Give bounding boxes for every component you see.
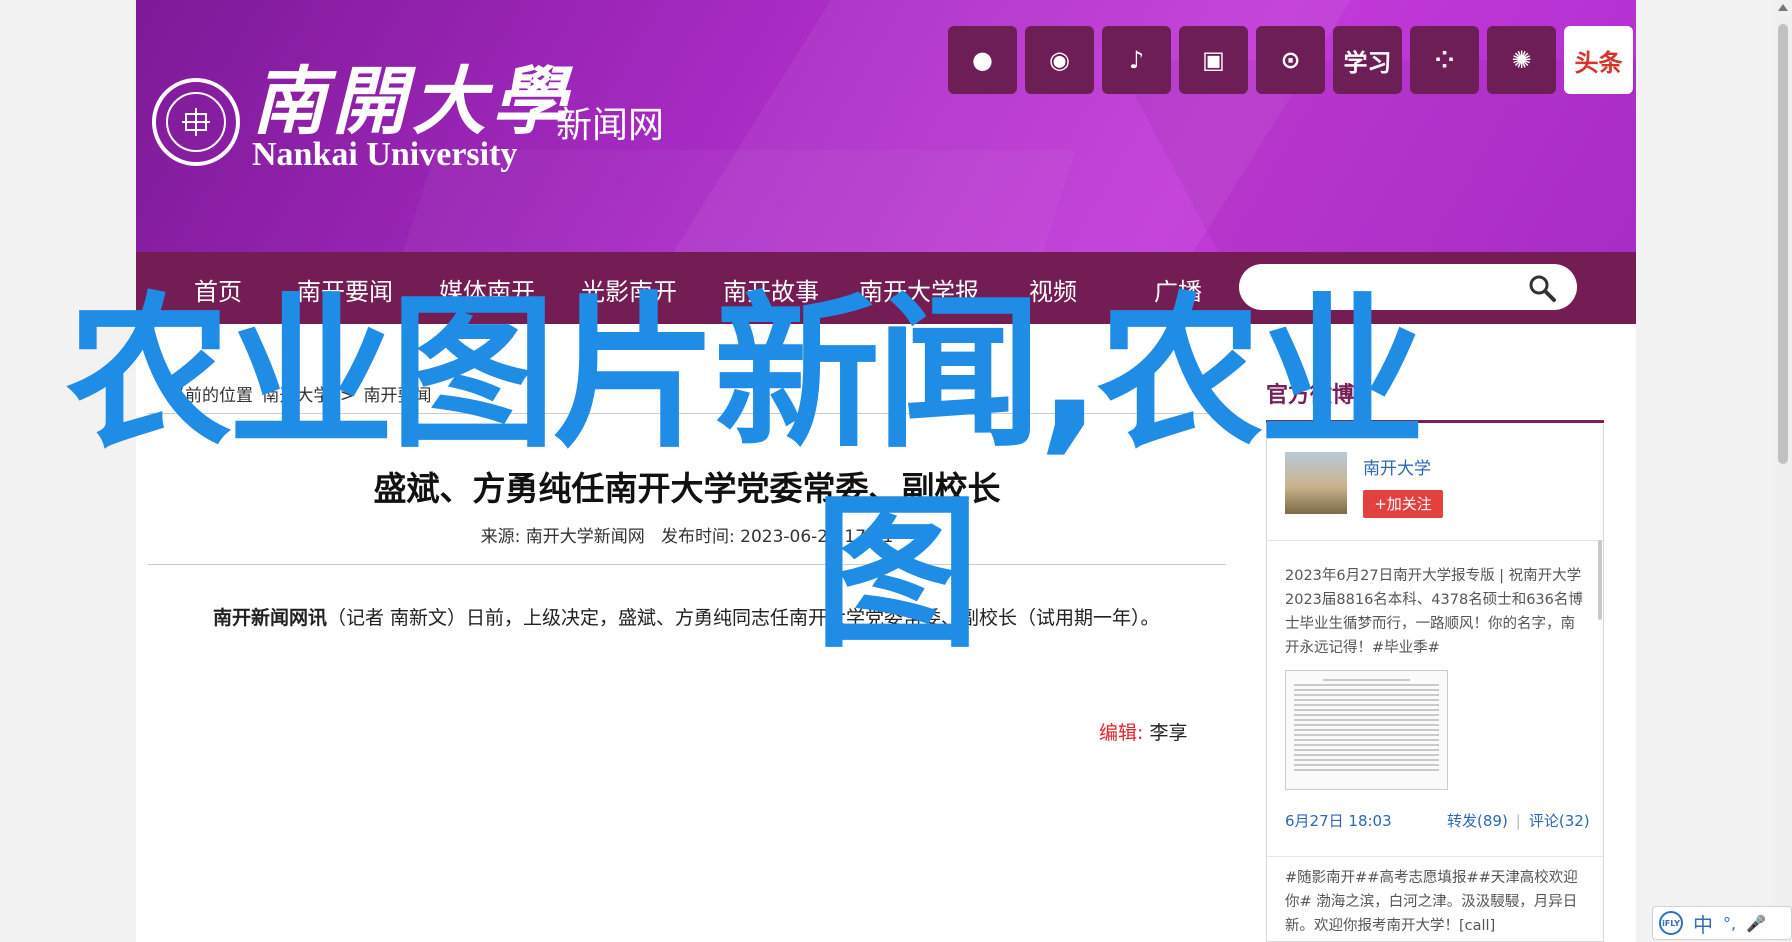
source-value: 南开大学新闻网 <box>525 527 645 547</box>
weibo-scrollbar[interactable] <box>1598 540 1602 620</box>
ifly-logo-icon[interactable]: iFLY <box>1659 911 1683 935</box>
seal-emblem-icon <box>182 108 210 136</box>
scroll-up-icon[interactable] <box>1778 4 1788 11</box>
logo-chinese[interactable]: 南開大學 <box>252 42 572 149</box>
editor-name: 李享 <box>1149 722 1188 744</box>
feather-app-icon[interactable]: ✺ <box>1487 26 1556 94</box>
search-icon[interactable] <box>1527 273 1557 303</box>
weibo-post-image[interactable] <box>1285 670 1448 790</box>
editor-label: 编辑: <box>1099 722 1144 744</box>
article-body: 南开新闻网讯（记者 南新文）日前，上级决定，盛斌、方勇纯同志任南开大学党委常委、… <box>213 604 1223 632</box>
toutiao-icon[interactable]: 头条 <box>1564 26 1633 94</box>
weibo-post-text[interactable]: 2023年6月27日南开大学报专版 | 祝南开大学2023届8816名本科、43… <box>1285 564 1585 660</box>
ime-punctuation-icon[interactable]: °, <box>1723 914 1736 933</box>
logo-english[interactable]: Nankai University <box>252 136 517 174</box>
comment-link[interactable]: 评论(32) <box>1529 812 1590 830</box>
follow-button[interactable]: +加关注 <box>1363 490 1443 518</box>
source-label: 来源: <box>480 527 521 547</box>
article-lead: 南开新闻网讯 <box>213 607 328 629</box>
ime-mode[interactable]: 中 <box>1693 909 1713 938</box>
scrollbar-thumb[interactable] <box>1778 24 1788 464</box>
weibo-post-time[interactable]: 6月27日 18:03 <box>1285 810 1392 831</box>
logo-subtitle: 新闻网 <box>556 105 665 146</box>
wechat-icon[interactable]: ● <box>948 26 1017 94</box>
divider <box>1267 540 1603 541</box>
article-editor: 编辑: 李享 <box>1099 718 1187 745</box>
divider <box>1267 856 1603 857</box>
page: 南開大學 Nankai University 新闻网 ● ◉ ♪ ▣ ⊙ 学习 ⁘ ✺ 头条 首… <box>136 0 1636 942</box>
weibo-post-text[interactable]: #随影南开##高考志愿填报##天津高校欢迎你# 渤海之滨，白河之津。汲汲駸駸，月… <box>1285 866 1585 938</box>
university-seal[interactable] <box>152 78 240 166</box>
divider <box>148 564 1226 565</box>
article-text: （记者 南新文）日前，上级决定，盛斌、方勇纯同志任南开大学党委常委、副校长（试用… <box>327 607 1160 629</box>
xuexi-icon[interactable]: 学习 <box>1333 26 1402 94</box>
date-label: 发布时间: <box>661 527 735 547</box>
header-banner: 南開大學 Nankai University 新闻网 ● ◉ ♪ ▣ ⊙ 学习 ⁘ ✺ 头条 <box>136 0 1636 252</box>
article-meta: 来源: 南开大学新闻网 发布时间: 2023-06-27 17:41 <box>148 522 1226 547</box>
page-scrollbar[interactable] <box>1774 0 1792 942</box>
dots-app-icon[interactable]: ⁘ <box>1410 26 1479 94</box>
weibo-post-actions: 转发(89) | 评论(32) <box>1447 812 1590 830</box>
weibo-icon[interactable]: ◉ <box>1025 26 1094 94</box>
ime-toolbar: iFLY 中 °, 🎤 <box>1652 906 1792 940</box>
kuaishou-icon[interactable]: ⊙ <box>1256 26 1325 94</box>
watermark-line-1: 农业图片新闻,农业 <box>66 278 1425 471</box>
microphone-icon[interactable]: 🎤 <box>1746 914 1766 933</box>
bilibili-icon[interactable]: ▣ <box>1179 26 1248 94</box>
watermark-line-2: 图 <box>814 478 980 671</box>
weibo-panel: 南开大学 +加关注 2023年6月27日南开大学报专版 | 祝南开大学2023届… <box>1266 424 1604 942</box>
douyin-icon[interactable]: ♪ <box>1102 26 1171 94</box>
social-icons: ● ◉ ♪ ▣ ⊙ 学习 ⁘ ✺ 头条 <box>948 26 1633 94</box>
repost-link[interactable]: 转发(89) <box>1447 812 1508 830</box>
